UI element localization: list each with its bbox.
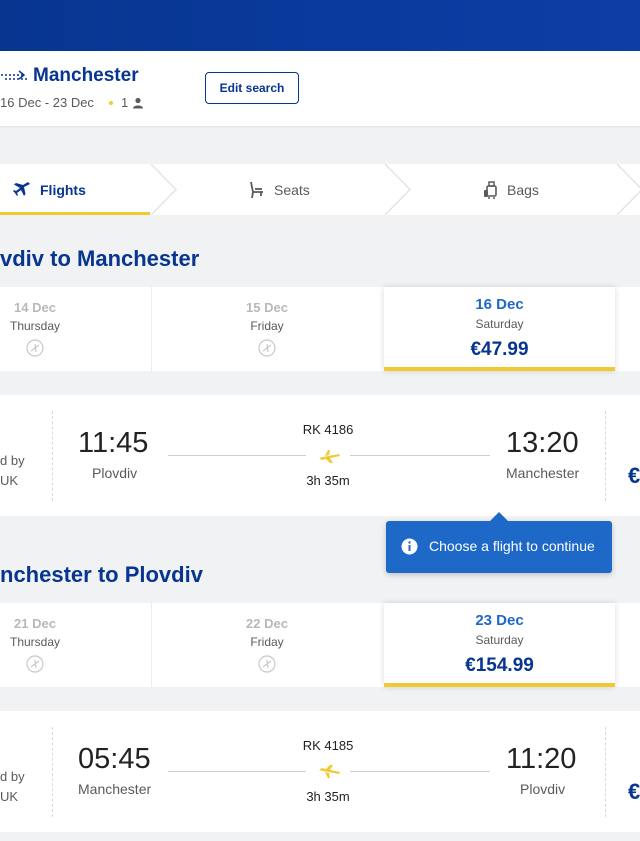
inbound-flight-card[interactable]: d by UK 05:45 Manchester RK 4185 3h 35m … [0,711,640,832]
route-line [168,455,306,456]
person-icon [133,97,143,109]
step-label: Flights [40,181,86,198]
date-option[interactable]: 15 Dec Friday [152,287,382,371]
edit-search-button[interactable]: Edit search [205,72,299,104]
passenger-count: 1 [121,95,129,110]
plane-icon [13,181,30,196]
departure-time: 11:45 [78,427,149,459]
weekday-label: Saturday [475,317,524,331]
date-label: 21 Dec [14,616,56,631]
departure-city: Manchester [78,781,152,797]
arrival-city: Manchester [506,465,580,481]
step-seats[interactable]: Seats [248,164,310,215]
date-label: 16 Dec [475,296,524,313]
date-option-selected[interactable]: 16 Dec Saturday €47.99 [384,287,615,371]
divider [52,727,53,817]
weekday-label: Saturday [475,633,524,647]
selected-indicator [384,367,615,371]
tooltip-text: Choose a flight to continue [429,538,595,554]
weekday-label: Thursday [9,635,61,649]
divider [605,727,606,817]
plane-icon [318,450,340,463]
arrival-time: 11:20 [506,743,577,775]
trip-dates: 16 Dec - 23 Dec [0,95,94,110]
weekday-label: Friday [250,319,284,333]
outbound-flight-card[interactable]: d by UK 11:45 Plovdiv RK 4186 3h 35m 13:… [0,395,640,516]
top-bar [0,0,640,51]
route-line [168,771,306,772]
date-option[interactable]: 14 Dec Thursday [0,287,70,371]
seat-icon [250,181,263,198]
route-icon [1,70,27,80]
outbound-title: vdiv to Manchester [0,246,200,271]
chevron-right-icon [616,164,640,215]
inbound-date-selector: 21 Dec Thursday 22 Dec Friday 23 Dec Sat… [0,603,640,687]
route-line [350,455,490,456]
chevron-right-icon [384,164,412,215]
date-option[interactable]: 22 Dec Friday [152,603,382,687]
separator-dot [109,101,113,105]
departure-time: 05:45 [78,743,151,775]
outbound-date-selector: 14 Dec Thursday 15 Dec Friday 16 Dec Sat… [0,287,640,371]
flight-duration: 3h 35m [306,789,350,804]
flight-number: RK 4186 [302,422,354,437]
date-label: 15 Dec [246,300,288,315]
date-label: 14 Dec [14,300,56,315]
date-option-selected[interactable]: 23 Dec Saturday €154.99 [384,603,615,687]
date-label: 23 Dec [475,612,524,629]
operator-label: d by UK [0,453,25,488]
choose-flight-tooltip: Choose a flight to continue [386,512,612,573]
departure-city: Plovdiv [92,465,138,481]
weekday-label: Thursday [9,319,61,333]
weekday-label: Friday [250,635,284,649]
destination-title: Manchester [33,65,139,86]
date-price: €47.99 [470,339,529,360]
divider [605,411,606,501]
flight-number: RK 4185 [302,738,354,753]
date-option[interactable]: 21 Dec Thursday [0,603,70,687]
operator-label: d by UK [0,769,25,804]
arrival-city: Plovdiv [520,781,566,797]
no-flights-icon [258,655,276,673]
date-price: €154.99 [465,655,534,676]
step-flights[interactable]: Flights [12,164,86,215]
divider [52,411,53,501]
step-label: Bags [507,181,539,198]
flight-price: € [628,779,640,804]
flight-price: € [628,463,640,488]
active-step-indicator [0,212,150,215]
chevron-right-icon [150,164,178,215]
info-icon [401,538,418,555]
step-label: Seats [274,181,310,198]
step-bags[interactable]: Bags [483,164,539,215]
bag-icon [484,180,497,199]
search-summary: Manchester 16 Dec - 23 Dec 1 Edit search [0,51,640,126]
selected-indicator [384,683,615,687]
no-flights-icon [258,339,276,357]
arrival-time: 13:20 [506,427,579,459]
plane-icon [318,765,340,778]
inbound-title: nchester to Plovdiv [0,562,203,587]
route-line [350,771,490,772]
flight-duration: 3h 35m [306,473,350,488]
no-flights-icon [26,339,44,357]
booking-steps: Flights Seats Bags [0,164,640,215]
date-label: 22 Dec [246,616,288,631]
no-flights-icon [26,655,44,673]
